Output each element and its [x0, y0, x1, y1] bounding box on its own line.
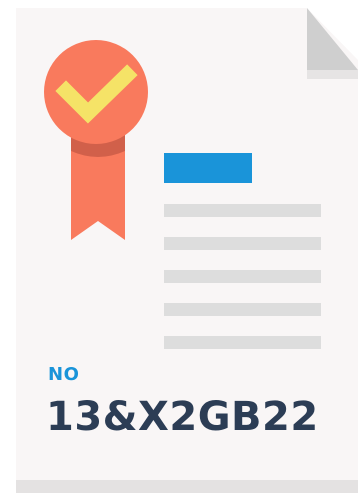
text-line-4 — [164, 303, 321, 316]
title-accent-bar — [164, 153, 252, 183]
certificate-number: 13&X2GB22 — [46, 394, 319, 440]
paper-fold-shadow — [307, 70, 358, 79]
paper-bottom-shadow — [16, 480, 358, 493]
certificate-document: NO 13&X2GB22 — [0, 0, 360, 493]
text-line-3 — [164, 270, 321, 283]
text-line-5 — [164, 336, 321, 349]
text-line-1 — [164, 204, 321, 217]
certificate-number-label: NO — [48, 364, 80, 385]
text-line-2 — [164, 237, 321, 250]
